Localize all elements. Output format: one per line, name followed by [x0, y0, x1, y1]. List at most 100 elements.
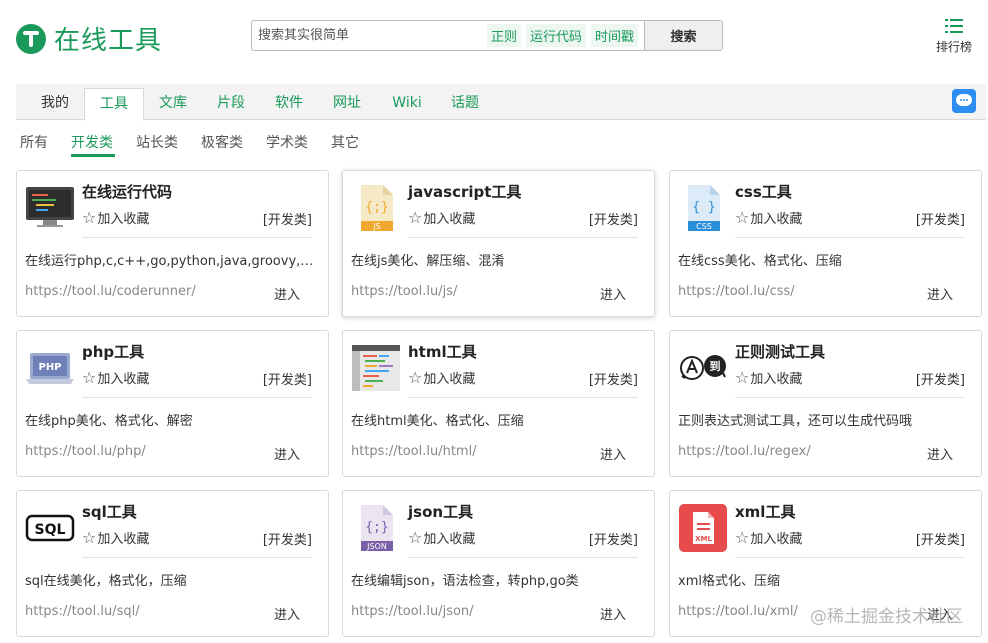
regex-icon: 到: [678, 343, 728, 393]
enter-link[interactable]: 进入: [927, 284, 953, 303]
svg-text:PHP: PHP: [38, 362, 61, 373]
tab-software[interactable]: 软件: [264, 88, 314, 120]
enter-link[interactable]: 进入: [274, 604, 300, 623]
tool-card-coderunner[interactable]: 在线运行代码 ☆ 加入收藏 [开发类] 在线运行php,c,c++,go,pyth…: [16, 170, 329, 317]
card-title[interactable]: 正则测试工具: [735, 341, 825, 362]
category-tag: [开发类]: [588, 213, 638, 228]
chat-icon[interactable]: [952, 89, 976, 113]
card-title[interactable]: xml工具: [735, 501, 795, 522]
add-favorite-button[interactable]: ☆ 加入收藏: [735, 528, 802, 547]
add-favorite-button[interactable]: ☆ 加入收藏: [82, 208, 149, 227]
enter-link[interactable]: 进入: [600, 604, 626, 623]
tool-card-html[interactable]: html工具 ☆ 加入收藏 [开发类] 在线html美化、格式化、压缩 https…: [342, 330, 655, 477]
card-title[interactable]: sql工具: [82, 501, 137, 522]
enter-link[interactable]: 进入: [927, 444, 953, 463]
card-divider: [735, 237, 965, 238]
enter-link[interactable]: 进入: [274, 284, 300, 303]
category-tag: [开发类]: [588, 533, 638, 548]
search-tag-timestamp[interactable]: 时间戳: [590, 24, 638, 47]
svg-text:XML: XML: [695, 535, 712, 543]
tool-card-json[interactable]: {;} JSON json工具 ☆ 加入收藏 [开发类] 在线编辑json，语法检…: [342, 490, 655, 637]
favorite-label: 加入收藏: [750, 212, 803, 227]
card-title[interactable]: javascript工具: [408, 181, 521, 202]
category-tag: [开发类]: [262, 213, 312, 228]
card-title[interactable]: html工具: [408, 341, 477, 362]
add-favorite-button[interactable]: ☆ 加入收藏: [408, 528, 475, 547]
card-divider: [735, 397, 965, 398]
ranking-link[interactable]: 排行榜: [932, 18, 976, 55]
card-title[interactable]: json工具: [408, 501, 473, 522]
card-title[interactable]: 在线运行代码: [82, 181, 172, 202]
star-icon: ☆: [82, 527, 97, 547]
tab-library[interactable]: 文库: [148, 88, 198, 120]
card-url: https://tool.lu/js/: [351, 284, 458, 299]
svg-text:CSS: CSS: [696, 222, 712, 231]
search-button[interactable]: 搜索: [644, 21, 722, 50]
subcat-dev[interactable]: 开发类: [71, 132, 113, 152]
tool-card-javascript[interactable]: {;} JS javascript工具 ☆ 加入收藏 [开发类] 在线js美化、解…: [342, 170, 655, 317]
card-divider: [408, 557, 638, 558]
subcat-other[interactable]: 其它: [331, 132, 359, 152]
header: 在线工具 正则 运行代码 时间戳 搜索 排行榜: [0, 0, 988, 80]
card-description: 在线运行php,c,c++,go,python,java,groovy,ruby…: [25, 254, 315, 269]
card-description: xml格式化、压缩: [678, 574, 780, 589]
tab-mine[interactable]: 我的: [30, 88, 80, 120]
category-tag: [开发类]: [262, 373, 312, 388]
tool-card-php[interactable]: PHP php工具 ☆ 加入收藏 [开发类] 在线php美化、格式化、解密 htt…: [16, 330, 329, 477]
search-tag-run-code[interactable]: 运行代码: [525, 24, 586, 47]
search-input[interactable]: [252, 21, 482, 50]
card-title[interactable]: php工具: [82, 341, 144, 362]
tab-websites[interactable]: 网址: [322, 88, 372, 120]
category-tag: [开发类]: [915, 373, 965, 388]
add-favorite-button[interactable]: ☆ 加入收藏: [408, 368, 475, 387]
card-divider: [82, 237, 312, 238]
subcat-geek[interactable]: 极客类: [201, 132, 243, 152]
card-url: https://tool.lu/sql/: [25, 604, 140, 619]
search-quick-tags: 正则 运行代码 时间戳: [482, 21, 644, 50]
search-bar: 正则 运行代码 时间戳 搜索: [251, 20, 723, 51]
tab-tools[interactable]: 工具: [84, 88, 144, 121]
enter-link[interactable]: 进入: [600, 444, 626, 463]
tab-snippets[interactable]: 片段: [206, 88, 256, 120]
star-icon: ☆: [408, 207, 423, 227]
logo[interactable]: 在线工具: [16, 20, 162, 57]
card-url: https://tool.lu/php/: [25, 444, 146, 459]
add-favorite-button[interactable]: ☆ 加入收藏: [82, 368, 149, 387]
svg-text:{;}: {;}: [365, 520, 388, 535]
card-description: 在线css美化、格式化、压缩: [678, 254, 842, 269]
xml-file-icon: XML: [678, 503, 728, 553]
subcat-academic[interactable]: 学术类: [266, 132, 308, 152]
search-tag-regex[interactable]: 正则: [486, 24, 521, 47]
card-divider: [408, 237, 638, 238]
add-favorite-button[interactable]: ☆ 加入收藏: [82, 528, 149, 547]
subcat-webmaster[interactable]: 站长类: [136, 132, 178, 152]
favorite-label: 加入收藏: [423, 212, 476, 227]
star-icon: ☆: [408, 367, 423, 387]
tab-topics[interactable]: 话题: [440, 88, 490, 120]
enter-link[interactable]: 进入: [600, 284, 626, 303]
card-description: 在线html美化、格式化、压缩: [351, 414, 524, 429]
card-title[interactable]: css工具: [735, 181, 792, 202]
tool-card-sql[interactable]: SQL sql工具 ☆ 加入收藏 [开发类] sql在线美化，格式化，压缩 htt…: [16, 490, 329, 637]
add-favorite-button[interactable]: ☆ 加入收藏: [408, 208, 475, 227]
star-icon: ☆: [735, 207, 750, 227]
add-favorite-button[interactable]: ☆ 加入收藏: [735, 368, 802, 387]
tool-card-css[interactable]: { } CSS css工具 ☆ 加入收藏 [开发类] 在线css美化、格式化、压缩…: [669, 170, 982, 317]
favorite-label: 加入收藏: [97, 532, 150, 547]
enter-link[interactable]: 进入: [274, 444, 300, 463]
card-description: 在线js美化、解压缩、混淆: [351, 254, 505, 269]
svg-text:到: 到: [710, 359, 721, 373]
favorite-label: 加入收藏: [97, 212, 150, 227]
category-tag: [开发类]: [915, 213, 965, 228]
favorite-label: 加入收藏: [750, 372, 803, 387]
favorite-label: 加入收藏: [750, 532, 803, 547]
subcat-all[interactable]: 所有: [20, 132, 48, 152]
star-icon: ☆: [408, 527, 423, 547]
card-description: 在线php美化、格式化、解密: [25, 414, 193, 429]
watermark: @稀土掘金技术社区: [810, 607, 963, 627]
category-tag: [开发类]: [262, 533, 312, 548]
tab-wiki[interactable]: Wiki: [382, 88, 432, 120]
card-url: https://tool.lu/html/: [351, 444, 477, 459]
add-favorite-button[interactable]: ☆ 加入收藏: [735, 208, 802, 227]
tool-card-regex[interactable]: 到 正则测试工具 ☆ 加入收藏 [开发类] 正则表达式测试工具，还可以生成代码哦 …: [669, 330, 982, 477]
